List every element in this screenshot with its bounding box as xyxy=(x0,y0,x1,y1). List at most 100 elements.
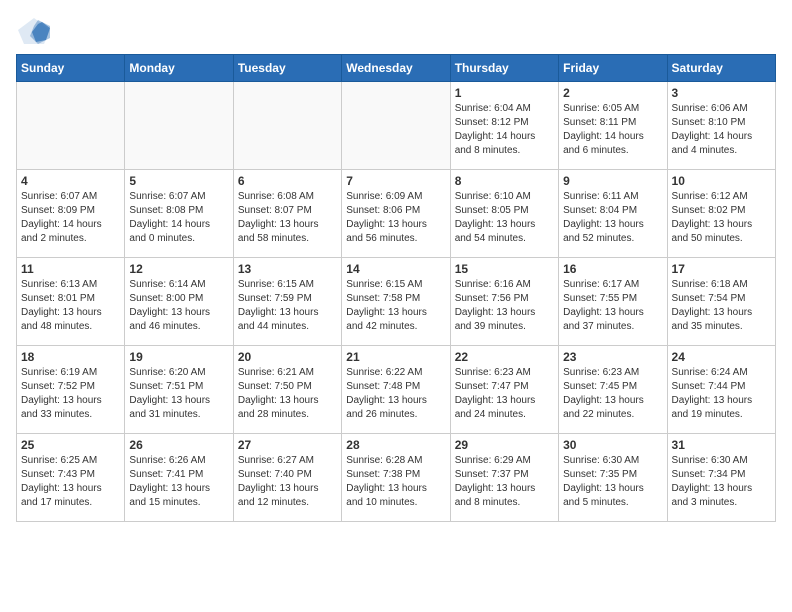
calendar-cell: 13 Sunrise: 6:15 AM Sunset: 7:59 PM Dayli… xyxy=(233,258,341,346)
day-number: 9 xyxy=(563,174,662,188)
day-info: Sunrise: 6:04 AM Sunset: 8:12 PM Dayligh… xyxy=(455,102,554,158)
calendar-cell: 6 Sunrise: 6:08 AM Sunset: 8:07 PM Daylig… xyxy=(233,170,341,258)
calendar-week-1: 4 Sunrise: 6:07 AM Sunset: 8:09 PM Daylig… xyxy=(17,170,776,258)
calendar-week-4: 25 Sunrise: 6:25 AM Sunset: 7:43 PM Dayli… xyxy=(17,434,776,522)
day-info: Sunrise: 6:23 AM Sunset: 7:45 PM Dayligh… xyxy=(563,366,662,422)
calendar-week-3: 18 Sunrise: 6:19 AM Sunset: 7:52 PM Dayli… xyxy=(17,346,776,434)
day-number: 21 xyxy=(346,350,445,364)
day-number: 16 xyxy=(563,262,662,276)
calendar-table: SundayMondayTuesdayWednesdayThursdayFrid… xyxy=(16,54,776,522)
calendar-cell: 7 Sunrise: 6:09 AM Sunset: 8:06 PM Daylig… xyxy=(342,170,450,258)
day-info: Sunrise: 6:11 AM Sunset: 8:04 PM Dayligh… xyxy=(563,190,662,246)
day-number: 24 xyxy=(672,350,771,364)
day-number: 1 xyxy=(455,86,554,100)
day-info: Sunrise: 6:05 AM Sunset: 8:11 PM Dayligh… xyxy=(563,102,662,158)
day-info: Sunrise: 6:23 AM Sunset: 7:47 PM Dayligh… xyxy=(455,366,554,422)
day-number: 15 xyxy=(455,262,554,276)
day-number: 30 xyxy=(563,438,662,452)
day-info: Sunrise: 6:29 AM Sunset: 7:37 PM Dayligh… xyxy=(455,454,554,510)
calendar-cell xyxy=(17,82,125,170)
logo xyxy=(16,16,56,46)
header xyxy=(16,16,776,46)
day-info: Sunrise: 6:16 AM Sunset: 7:56 PM Dayligh… xyxy=(455,278,554,334)
day-info: Sunrise: 6:07 AM Sunset: 8:09 PM Dayligh… xyxy=(21,190,120,246)
day-info: Sunrise: 6:08 AM Sunset: 8:07 PM Dayligh… xyxy=(238,190,337,246)
header-cell-thursday: Thursday xyxy=(450,55,558,82)
calendar-week-2: 11Sunrise: 6:13 AM Sunset: 8:01 PM Dayli… xyxy=(17,258,776,346)
day-info: Sunrise: 6:30 AM Sunset: 7:35 PM Dayligh… xyxy=(563,454,662,510)
day-info: Sunrise: 6:10 AM Sunset: 8:05 PM Dayligh… xyxy=(455,190,554,246)
day-info: Sunrise: 6:19 AM Sunset: 7:52 PM Dayligh… xyxy=(21,366,120,422)
calendar-body: 1 Sunrise: 6:04 AM Sunset: 8:12 PM Daylig… xyxy=(17,82,776,522)
calendar-cell: 5Sunrise: 6:07 AM Sunset: 8:08 PM Daylig… xyxy=(125,170,233,258)
day-info: Sunrise: 6:15 AM Sunset: 7:58 PM Dayligh… xyxy=(346,278,445,334)
calendar-cell: 17 Sunrise: 6:18 AM Sunset: 7:54 PM Dayli… xyxy=(667,258,775,346)
calendar-cell: 27Sunrise: 6:27 AM Sunset: 7:40 PM Dayli… xyxy=(233,434,341,522)
calendar-cell xyxy=(342,82,450,170)
header-cell-saturday: Saturday xyxy=(667,55,775,82)
calendar-cell xyxy=(233,82,341,170)
calendar-header: SundayMondayTuesdayWednesdayThursdayFrid… xyxy=(17,55,776,82)
header-cell-monday: Monday xyxy=(125,55,233,82)
calendar-cell: 14 Sunrise: 6:15 AM Sunset: 7:58 PM Dayli… xyxy=(342,258,450,346)
day-number: 6 xyxy=(238,174,337,188)
calendar-week-0: 1 Sunrise: 6:04 AM Sunset: 8:12 PM Daylig… xyxy=(17,82,776,170)
calendar-cell: 26 Sunrise: 6:26 AM Sunset: 7:41 PM Dayli… xyxy=(125,434,233,522)
header-cell-sunday: Sunday xyxy=(17,55,125,82)
day-number: 26 xyxy=(129,438,228,452)
day-number: 17 xyxy=(672,262,771,276)
day-number: 22 xyxy=(455,350,554,364)
day-number: 2 xyxy=(563,86,662,100)
calendar-cell: 2 Sunrise: 6:05 AM Sunset: 8:11 PM Daylig… xyxy=(559,82,667,170)
calendar-cell: 31Sunrise: 6:30 AM Sunset: 7:34 PM Dayli… xyxy=(667,434,775,522)
day-number: 4 xyxy=(21,174,120,188)
day-info: Sunrise: 6:09 AM Sunset: 8:06 PM Dayligh… xyxy=(346,190,445,246)
day-number: 11 xyxy=(21,262,120,276)
header-cell-friday: Friday xyxy=(559,55,667,82)
day-info: Sunrise: 6:17 AM Sunset: 7:55 PM Dayligh… xyxy=(563,278,662,334)
calendar-cell: 28 Sunrise: 6:28 AM Sunset: 7:38 PM Dayli… xyxy=(342,434,450,522)
day-number: 14 xyxy=(346,262,445,276)
calendar-cell: 22 Sunrise: 6:23 AM Sunset: 7:47 PM Dayli… xyxy=(450,346,558,434)
calendar-cell: 8 Sunrise: 6:10 AM Sunset: 8:05 PM Daylig… xyxy=(450,170,558,258)
day-info: Sunrise: 6:06 AM Sunset: 8:10 PM Dayligh… xyxy=(672,102,771,158)
day-info: Sunrise: 6:25 AM Sunset: 7:43 PM Dayligh… xyxy=(21,454,120,510)
day-info: Sunrise: 6:21 AM Sunset: 7:50 PM Dayligh… xyxy=(238,366,337,422)
day-number: 28 xyxy=(346,438,445,452)
day-info: Sunrise: 6:28 AM Sunset: 7:38 PM Dayligh… xyxy=(346,454,445,510)
header-row: SundayMondayTuesdayWednesdayThursdayFrid… xyxy=(17,55,776,82)
day-info: Sunrise: 6:20 AM Sunset: 7:51 PM Dayligh… xyxy=(129,366,228,422)
calendar-cell: 15 Sunrise: 6:16 AM Sunset: 7:56 PM Dayli… xyxy=(450,258,558,346)
calendar-cell: 4 Sunrise: 6:07 AM Sunset: 8:09 PM Daylig… xyxy=(17,170,125,258)
day-info: Sunrise: 6:12 AM Sunset: 8:02 PM Dayligh… xyxy=(672,190,771,246)
header-cell-tuesday: Tuesday xyxy=(233,55,341,82)
header-cell-wednesday: Wednesday xyxy=(342,55,450,82)
day-number: 13 xyxy=(238,262,337,276)
logo-icon xyxy=(16,16,52,46)
day-number: 10 xyxy=(672,174,771,188)
day-number: 25 xyxy=(21,438,120,452)
day-info: Sunrise: 6:24 AM Sunset: 7:44 PM Dayligh… xyxy=(672,366,771,422)
day-number: 31 xyxy=(672,438,771,452)
day-number: 7 xyxy=(346,174,445,188)
day-number: 8 xyxy=(455,174,554,188)
calendar-cell: 11Sunrise: 6:13 AM Sunset: 8:01 PM Dayli… xyxy=(17,258,125,346)
calendar-cell: 30 Sunrise: 6:30 AM Sunset: 7:35 PM Dayli… xyxy=(559,434,667,522)
day-number: 18 xyxy=(21,350,120,364)
day-number: 23 xyxy=(563,350,662,364)
calendar-cell: 23 Sunrise: 6:23 AM Sunset: 7:45 PM Dayli… xyxy=(559,346,667,434)
calendar-cell: 21 Sunrise: 6:22 AM Sunset: 7:48 PM Dayli… xyxy=(342,346,450,434)
day-number: 3 xyxy=(672,86,771,100)
calendar-cell xyxy=(125,82,233,170)
calendar-cell: 3 Sunrise: 6:06 AM Sunset: 8:10 PM Daylig… xyxy=(667,82,775,170)
day-number: 12 xyxy=(129,262,228,276)
day-info: Sunrise: 6:26 AM Sunset: 7:41 PM Dayligh… xyxy=(129,454,228,510)
calendar-cell: 19 Sunrise: 6:20 AM Sunset: 7:51 PM Dayli… xyxy=(125,346,233,434)
calendar-cell: 25 Sunrise: 6:25 AM Sunset: 7:43 PM Dayli… xyxy=(17,434,125,522)
day-info: Sunrise: 6:14 AM Sunset: 8:00 PM Dayligh… xyxy=(129,278,228,334)
calendar-cell: 24 Sunrise: 6:24 AM Sunset: 7:44 PM Dayli… xyxy=(667,346,775,434)
day-info: Sunrise: 6:15 AM Sunset: 7:59 PM Dayligh… xyxy=(238,278,337,334)
day-info: Sunrise: 6:18 AM Sunset: 7:54 PM Dayligh… xyxy=(672,278,771,334)
day-number: 19 xyxy=(129,350,228,364)
day-info: Sunrise: 6:22 AM Sunset: 7:48 PM Dayligh… xyxy=(346,366,445,422)
